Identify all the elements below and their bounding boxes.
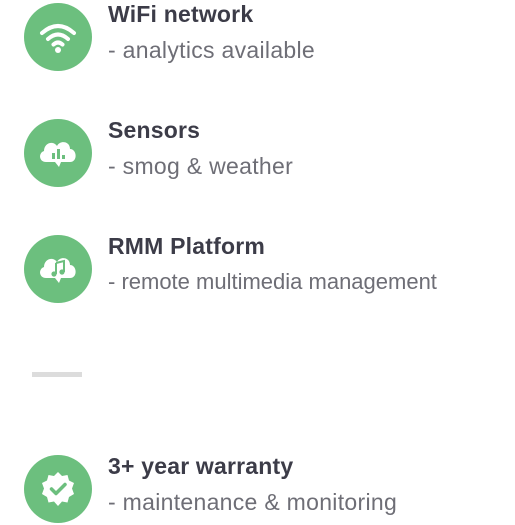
feature-wifi: WiFi network - analytics available — [24, 1, 509, 73]
cloud-music-icon — [24, 235, 92, 303]
feature-title: RMM Platform — [108, 233, 266, 259]
feature-title: 3+ year warranty — [108, 453, 294, 479]
feature-title: Sensors — [108, 117, 201, 143]
badge-check-icon — [24, 455, 92, 523]
cloud-chart-icon — [24, 119, 92, 187]
feature-description: - smog & weather — [108, 153, 294, 179]
feature-warranty: 3+ year warranty - maintenance & monitor… — [24, 453, 509, 525]
section-divider — [32, 372, 82, 377]
wifi-icon — [24, 3, 92, 71]
feature-rmm-platform: RMM Platform - remote multimedia managem… — [24, 233, 509, 305]
feature-description: - remote multimedia management — [108, 269, 437, 294]
feature-description: - analytics available — [108, 37, 316, 63]
feature-sensors: Sensors - smog & weather — [24, 117, 509, 189]
feature-title: WiFi network — [108, 1, 254, 27]
feature-description: - maintenance & monitoring — [108, 489, 398, 515]
